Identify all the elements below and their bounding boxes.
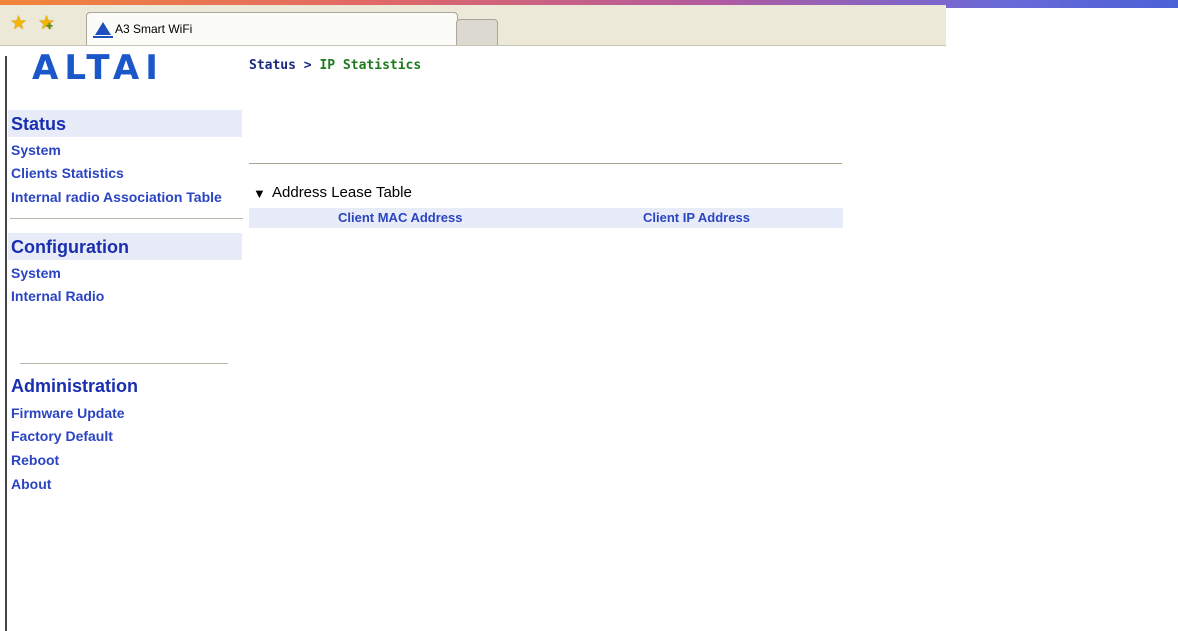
page-content: ALTAI Status > IP Statistics Status Syst… (0, 46, 946, 631)
section-configuration-title: Configuration (11, 237, 129, 257)
lease-table-header: Client MAC Address Client IP Address (249, 208, 843, 228)
tab-title: A3 Smart WiFi (115, 22, 193, 36)
altai-logo: ALTAI (32, 48, 164, 88)
breadcrumb-parent: Status (249, 58, 296, 73)
new-tab-button[interactable] (456, 19, 498, 45)
sidebar-item-config-system[interactable]: System (11, 265, 61, 281)
browser-tab-bar: ★ ★ + A3 Smart WiFi (0, 5, 946, 46)
frame-border (5, 56, 7, 631)
sidebar-item-firmware-update[interactable]: Firmware Update (11, 405, 125, 421)
favorites-star-icon[interactable]: ★ (10, 14, 27, 33)
column-header-ip: Client IP Address (643, 210, 750, 225)
sidebar-item-internal-radio[interactable]: Internal Radio (11, 288, 104, 304)
collapse-triangle-icon[interactable]: ▼ (253, 186, 266, 201)
breadcrumb-separator: > (303, 58, 312, 73)
browser-tab-active[interactable]: A3 Smart WiFi (86, 12, 458, 45)
section-status: Status (8, 110, 242, 137)
sidebar-item-association-table[interactable]: Internal radio Association Table (11, 189, 222, 205)
sidebar-item-clients-statistics[interactable]: Clients Statistics (11, 165, 124, 181)
sidebar-item-factory-default[interactable]: Factory Default (11, 428, 113, 444)
section-configuration: Configuration (8, 233, 242, 260)
breadcrumb: Status > IP Statistics (249, 58, 421, 73)
sidebar-item-about[interactable]: About (11, 476, 51, 492)
section-administration-title: Administration (11, 376, 139, 396)
section-status-title: Status (11, 114, 67, 134)
breadcrumb-current: IP Statistics (319, 58, 422, 73)
section-administration: Administration (8, 372, 242, 399)
add-favorite-icon[interactable]: ★ + (38, 14, 55, 33)
sidebar-item-reboot[interactable]: Reboot (11, 452, 59, 468)
altai-favicon-icon (93, 22, 113, 38)
content-divider (249, 163, 842, 164)
sidebar-divider (10, 218, 243, 219)
lease-table-title[interactable]: Address Lease Table (272, 184, 412, 201)
sidebar-divider (20, 363, 228, 364)
sidebar-item-status-system[interactable]: System (11, 142, 61, 158)
column-header-mac: Client MAC Address (338, 210, 463, 225)
